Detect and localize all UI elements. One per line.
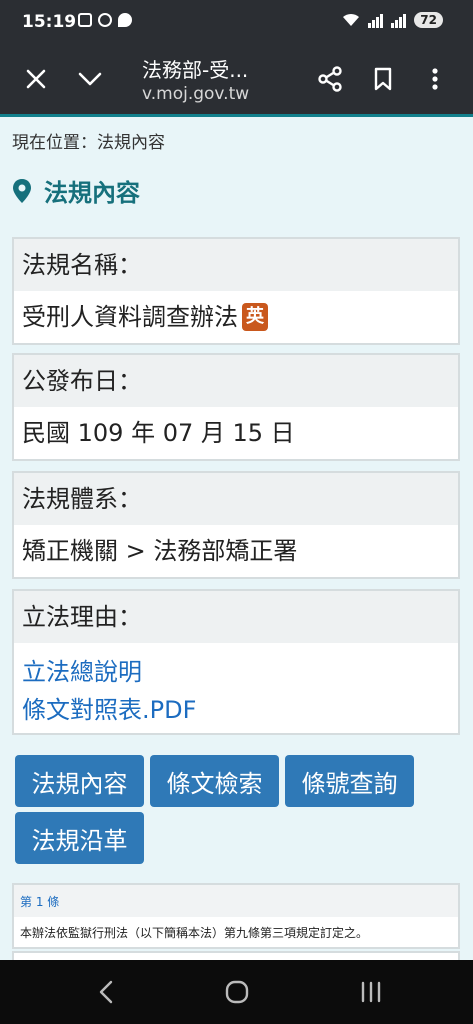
battery-indicator: 72 bbox=[414, 12, 443, 28]
tab-article-search[interactable]: 條文檢索 bbox=[150, 755, 279, 807]
signal-icon-2 bbox=[391, 12, 407, 28]
article-text: 本辦法依監獄行刑法（以下簡稱本法）第九條第三項規定訂定之。 bbox=[20, 925, 369, 940]
home-icon[interactable] bbox=[215, 972, 259, 1012]
url-text[interactable]: v.moj.gov.tw bbox=[142, 84, 249, 104]
law-system-value: 矯正機關 > 法務部矯正署 bbox=[22, 537, 298, 565]
more-vert-icon[interactable] bbox=[415, 59, 455, 99]
announce-date-value: 民國 109 年 07 月 15 日 bbox=[22, 419, 295, 447]
tab-law-history[interactable]: 法規沿革 bbox=[15, 812, 144, 864]
notification-icons bbox=[78, 13, 132, 27]
signal-icon bbox=[368, 12, 384, 28]
law-name-label: 法規名稱： bbox=[14, 239, 458, 291]
legislative-reason-label: 立法理由： bbox=[14, 591, 458, 643]
tab-law-content[interactable]: 法規內容 bbox=[15, 755, 144, 807]
share-icon[interactable] bbox=[310, 59, 350, 99]
breadcrumb: 現在位置：法規內容 bbox=[12, 133, 165, 153]
browser-toolbar: 法務部-受... v.moj.gov.tw bbox=[0, 44, 473, 114]
section-heading: 法規內容 bbox=[12, 173, 140, 208]
location-pin-icon bbox=[13, 178, 31, 203]
page-content: 現在位置：法規內容 法規內容 法規名稱： 受刑人資料調查辦法 英 公發布日： 民… bbox=[0, 117, 473, 960]
wifi-icon bbox=[342, 13, 360, 27]
explanation-link[interactable]: 立法總說明 bbox=[14, 653, 458, 691]
comparison-table-link[interactable]: 條文對照表.PDF bbox=[14, 691, 458, 729]
article-number[interactable]: 第 1 條 bbox=[14, 885, 458, 917]
bookmark-icon[interactable] bbox=[363, 59, 403, 99]
english-version-badge[interactable]: 英 bbox=[242, 303, 268, 331]
close-icon[interactable] bbox=[16, 59, 56, 99]
screenshot-icon bbox=[78, 13, 92, 27]
announce-date-label: 公發布日： bbox=[14, 355, 458, 407]
law-system-box: 法規體系： 矯正機關 > 法務部矯正署 bbox=[12, 471, 460, 579]
heading-text: 法規內容 bbox=[44, 179, 140, 207]
tab-article-number-query[interactable]: 條號查詢 bbox=[285, 755, 414, 807]
back-icon[interactable] bbox=[84, 972, 128, 1012]
law-name-value: 受刑人資料調查辦法 bbox=[22, 303, 238, 331]
sync-icon bbox=[98, 13, 112, 27]
law-name-box: 法規名稱： 受刑人資料調查辦法 英 bbox=[12, 237, 460, 345]
status-time: 15:19 bbox=[22, 12, 77, 32]
announce-date-box: 公發布日： 民國 109 年 07 月 15 日 bbox=[12, 353, 460, 461]
status-bar: 15:19 72 bbox=[0, 0, 473, 44]
system-nav-bar bbox=[0, 960, 473, 1024]
article-card: 第 1 條 本辦法依監獄行刑法（以下簡稱本法）第九條第三項規定訂定之。 bbox=[12, 883, 460, 949]
law-name-value-row: 受刑人資料調查辦法 英 bbox=[14, 291, 458, 343]
page-title[interactable]: 法務部-受... bbox=[142, 54, 248, 83]
legislative-reason-box: 立法理由： 立法總說明 條文對照表.PDF bbox=[12, 589, 460, 735]
law-system-label: 法規體系： bbox=[14, 473, 458, 525]
chat-icon bbox=[118, 13, 132, 27]
chevron-down-icon[interactable] bbox=[70, 59, 110, 99]
recent-apps-icon[interactable] bbox=[349, 972, 393, 1012]
next-article-card bbox=[12, 951, 460, 960]
legislative-reason-links: 立法總說明 條文對照表.PDF bbox=[14, 643, 458, 729]
status-right: 72 bbox=[342, 12, 443, 28]
